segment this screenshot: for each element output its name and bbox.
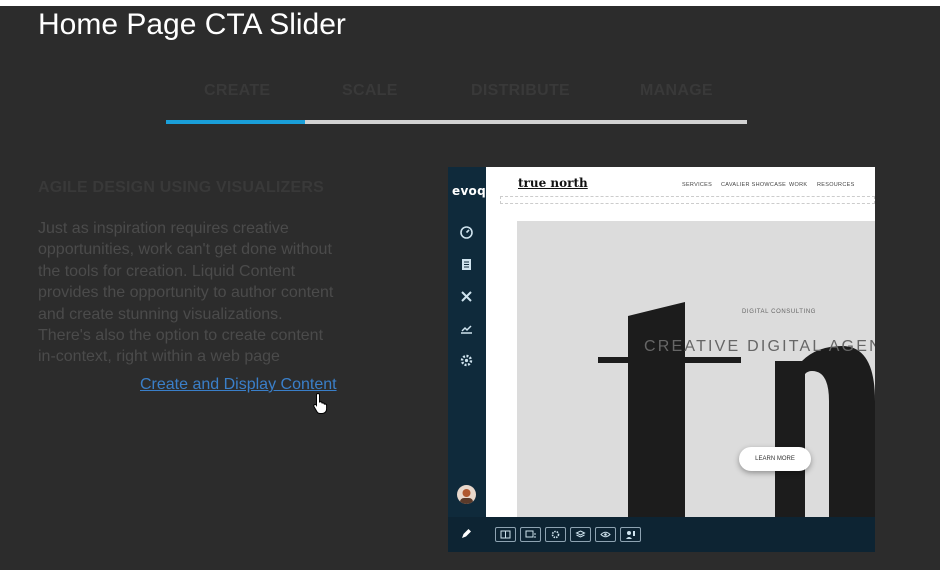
layers-icon[interactable] (570, 527, 591, 542)
tab-progress-track (166, 120, 747, 124)
eye-icon[interactable] (595, 527, 616, 542)
tab-create[interactable]: CREATE (204, 82, 270, 100)
hero-headline: CREATIVE DIGITAL AGEN (644, 338, 875, 355)
gear-icon[interactable] (545, 527, 566, 542)
user-icon[interactable] (620, 527, 641, 542)
site-nav-work[interactable]: WORK (789, 182, 807, 188)
hero-letterforms (598, 302, 875, 517)
tab-distribute[interactable]: DISTRIBUTE (471, 82, 570, 100)
page-icon[interactable] (495, 527, 516, 542)
editor-bottom-toolbar (448, 517, 875, 552)
create-display-content-link[interactable]: Create and Display Content (140, 376, 337, 394)
hero-eyebrow: DIGITAL CONSULTING (742, 309, 817, 315)
website-preview: true north SERVICES CAVALIER SHOWCASE WO… (486, 167, 875, 517)
tab-scale[interactable]: SCALE (342, 82, 398, 100)
tab-manage[interactable]: MANAGE (640, 82, 713, 100)
pencil-icon[interactable] (460, 528, 472, 540)
site-logo[interactable]: true north (518, 176, 588, 190)
tab-progress-indicator (166, 120, 306, 124)
section-body: Just as inspiration requires creative op… (38, 220, 334, 366)
site-nav-resources[interactable]: RESOURCES (817, 182, 855, 188)
section-heading: AGILE DESIGN USING VISUALIZERS (38, 179, 325, 196)
hero-banner: DIGITAL CONSULTING CREATIVE DIGITAL AGEN… (517, 221, 875, 517)
slider-panel: Home Page CTA Slider CREATE SCALE DISTRI… (0, 6, 940, 570)
content-icon[interactable] (459, 257, 474, 272)
learn-more-button[interactable]: LEARN MORE (739, 447, 811, 471)
site-nav-showcase[interactable]: CAVALIER SHOWCASE (721, 182, 786, 188)
settings-icon[interactable] (459, 353, 474, 368)
analytics-icon[interactable] (459, 321, 474, 336)
page-title: Home Page CTA Slider (38, 8, 346, 41)
user-avatar[interactable] (457, 485, 476, 504)
dashboard-icon[interactable] (459, 225, 474, 240)
tools-icon[interactable] (459, 289, 474, 304)
evoq-logo: evoq (452, 184, 486, 198)
editable-region-outline (500, 196, 875, 204)
hand-cursor-icon (313, 392, 328, 414)
site-nav-services[interactable]: SERVICES (682, 182, 712, 188)
editor-preview: evoq true north SERVICES CAVALIER SHOWCA… (448, 167, 875, 552)
pages-icon[interactable] (520, 527, 541, 542)
editor-side-rail: evoq (448, 167, 486, 552)
